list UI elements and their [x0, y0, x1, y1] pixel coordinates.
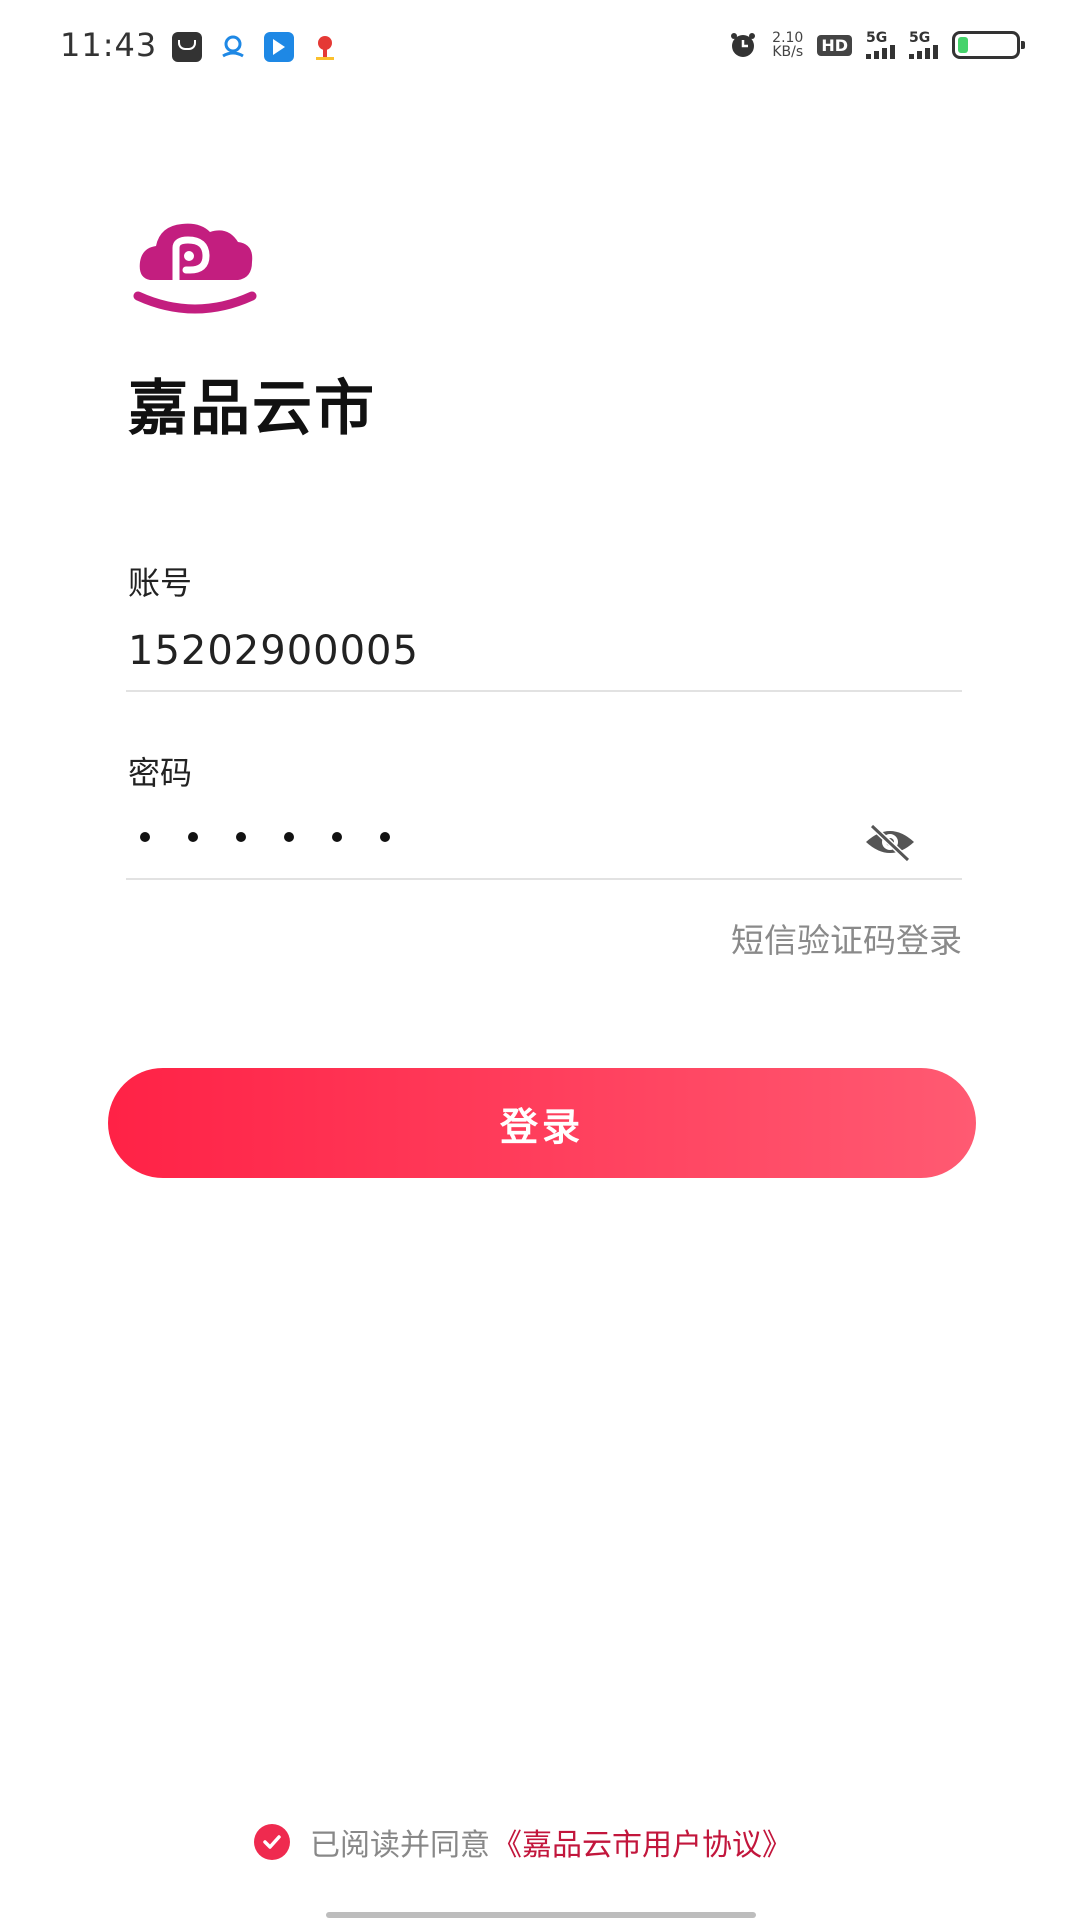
account-input[interactable]: 15202900005	[128, 628, 419, 674]
battery-level-fill	[958, 37, 969, 53]
status-bar: 11:43 2.10 KB/s HD 5G 5G	[0, 0, 1080, 96]
hd-voice-badge: HD	[817, 34, 852, 56]
account-label: 账号	[128, 564, 193, 602]
password-underline	[126, 878, 962, 880]
password-mask-dot	[188, 832, 198, 842]
network-speed: 2.10 KB/s	[772, 31, 803, 59]
status-right-icons: 2.10 KB/s HD 5G 5G	[728, 30, 1025, 60]
user-agreement-link[interactable]: 《嘉品云市用户协议》	[492, 1820, 792, 1864]
password-mask-dot	[284, 832, 294, 842]
sim1-network-label: 5G	[866, 30, 888, 46]
sms-login-link[interactable]: 短信验证码登录	[731, 914, 962, 962]
password-mask-dot	[332, 832, 342, 842]
agreement-prefix: 已阅读并同意	[310, 1828, 490, 1863]
status-time: 11:43	[60, 26, 158, 64]
password-input[interactable]	[140, 832, 390, 842]
battery-icon	[952, 31, 1025, 59]
notification-icons	[172, 32, 340, 62]
account-underline	[126, 690, 962, 692]
network-speed-unit: KB/s	[772, 44, 804, 60]
checkmark-icon	[263, 1835, 281, 1849]
login-screen: 11:43 2.10 KB/s HD 5G 5G 嘉品云市 账号 1520290…	[0, 0, 1080, 1920]
map-pin-notification-icon	[310, 32, 340, 62]
password-mask-dot	[236, 832, 246, 842]
sim2-signal-icon: 5G	[909, 31, 938, 59]
message-notification-icon	[172, 32, 202, 62]
password-mask-dot	[380, 832, 390, 842]
sim2-network-label: 5G	[909, 30, 931, 46]
app-title: 嘉品云市	[128, 374, 376, 444]
password-label: 密码	[128, 754, 193, 792]
navigation-notification-icon	[264, 32, 294, 62]
login-button[interactable]: 登录	[108, 1068, 976, 1178]
network-speed-value: 2.10	[772, 30, 804, 46]
agreement-checkbox[interactable]	[254, 1824, 290, 1860]
sim1-signal-icon: 5G	[866, 31, 895, 59]
app-logo-icon	[133, 223, 257, 314]
alarm-icon	[731, 33, 756, 57]
agreement-row: 已阅读并同意 《嘉品云市用户协议》	[254, 1820, 792, 1864]
password-visibility-toggle-icon[interactable]	[862, 820, 918, 864]
password-mask-dot	[140, 832, 150, 842]
home-indicator[interactable]	[326, 1912, 756, 1918]
telecom-notification-icon	[218, 32, 248, 62]
